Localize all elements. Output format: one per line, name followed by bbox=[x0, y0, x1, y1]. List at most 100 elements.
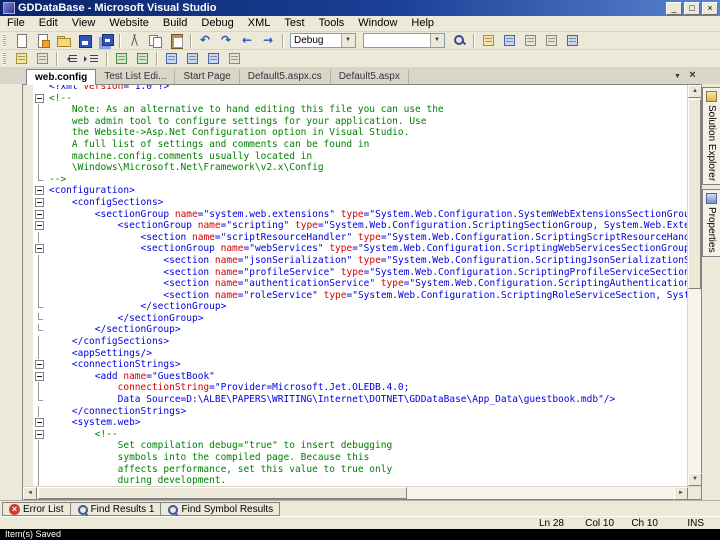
fold-collapse-icon[interactable] bbox=[33, 220, 47, 232]
fold-collapse-icon[interactable] bbox=[33, 243, 47, 255]
paste-button[interactable] bbox=[166, 32, 186, 49]
scroll-right-icon[interactable] bbox=[674, 487, 688, 500]
toolbar-grip[interactable] bbox=[3, 52, 6, 65]
new-project-button[interactable] bbox=[11, 32, 31, 49]
menu-help[interactable]: Help bbox=[404, 16, 441, 31]
panel-tab-find-results-1[interactable]: Find Results 1 bbox=[70, 502, 162, 516]
code-line[interactable]: <add name="GuestBook" bbox=[23, 371, 687, 383]
panel-tab-find-symbol-results[interactable]: Find Symbol Results bbox=[160, 502, 280, 516]
next-bookmark-button[interactable] bbox=[203, 50, 223, 67]
menu-window[interactable]: Window bbox=[351, 16, 404, 31]
fold-collapse-icon[interactable] bbox=[33, 185, 47, 197]
code-line[interactable]: <section name="jsonSerialization" type="… bbox=[23, 255, 687, 267]
fold-collapse-icon[interactable] bbox=[33, 371, 47, 383]
uncomment-button[interactable] bbox=[132, 50, 152, 67]
toggle-bookmark-button[interactable] bbox=[161, 50, 181, 67]
comment-out-button[interactable] bbox=[111, 50, 131, 67]
code-line[interactable]: </sectionGroup> bbox=[23, 313, 687, 325]
code-line[interactable]: </sectionGroup> bbox=[23, 324, 687, 336]
code-line[interactable]: <!-- bbox=[23, 93, 687, 105]
fold-collapse-icon[interactable] bbox=[33, 429, 47, 441]
toolbox-button[interactable] bbox=[541, 32, 561, 49]
code-line[interactable]: <appSettings/> bbox=[23, 348, 687, 360]
code-line[interactable]: <!-- bbox=[23, 429, 687, 441]
side-tab-solution-explorer[interactable]: Solution Explorer bbox=[702, 87, 720, 185]
minimize-button[interactable]: _ bbox=[666, 2, 682, 15]
combo-dropdown-icon[interactable] bbox=[341, 34, 355, 47]
code-line[interactable]: Data Source=D:\ALBE\PAPERS\WRITING\Inter… bbox=[23, 394, 687, 406]
code-line[interactable]: <sectionGroup name="system.web.extension… bbox=[23, 209, 687, 221]
code-line[interactable]: <sectionGroup name="webServices" type="S… bbox=[23, 243, 687, 255]
create-schema-button[interactable] bbox=[11, 50, 31, 67]
code-line[interactable]: affects performance, set this value to t… bbox=[23, 464, 687, 476]
solution-explorer-button[interactable] bbox=[478, 32, 498, 49]
add-new-item-button[interactable] bbox=[32, 32, 52, 49]
fold-collapse-icon[interactable] bbox=[33, 209, 47, 221]
code-line[interactable]: during development. bbox=[23, 475, 687, 486]
code-line[interactable]: A full list of settings and comments can… bbox=[23, 139, 687, 151]
solution-platforms-combo[interactable] bbox=[363, 33, 445, 48]
code-line[interactable]: <section name="profileService" type="Sys… bbox=[23, 267, 687, 279]
previous-bookmark-button[interactable] bbox=[182, 50, 202, 67]
close-document-icon[interactable] bbox=[686, 69, 699, 82]
code-line[interactable]: Set compilation debug="true" to insert d… bbox=[23, 440, 687, 452]
navigate-backward-button[interactable] bbox=[237, 32, 257, 49]
vertical-scroll-track[interactable] bbox=[688, 98, 701, 473]
fold-collapse-icon[interactable] bbox=[33, 197, 47, 209]
doc-tab-test-list-edi[interactable]: Test List Edi... bbox=[96, 69, 175, 84]
scroll-down-icon[interactable] bbox=[688, 473, 702, 486]
copy-button[interactable] bbox=[145, 32, 165, 49]
start-page-button[interactable] bbox=[562, 32, 582, 49]
code-line[interactable]: \Windows\Microsoft.Net\Framework\v2.x\Co… bbox=[23, 162, 687, 174]
fold-collapse-icon[interactable] bbox=[33, 93, 47, 105]
code-area[interactable]: <?xml version="1.0"?><!-- Note: As an al… bbox=[23, 85, 687, 486]
code-line[interactable]: <?xml version="1.0"?> bbox=[23, 85, 687, 93]
redo-button[interactable] bbox=[216, 32, 236, 49]
solution-configurations-combo[interactable]: Debug bbox=[290, 33, 356, 48]
panel-tab-error-list[interactable]: Error List bbox=[2, 502, 71, 516]
scroll-left-icon[interactable] bbox=[23, 487, 37, 500]
increase-indent-button[interactable] bbox=[82, 50, 102, 67]
reformat-selection-button[interactable] bbox=[32, 50, 52, 67]
code-line[interactable]: machine.config.comments usually located … bbox=[23, 151, 687, 163]
fold-collapse-icon[interactable] bbox=[33, 417, 47, 429]
maximize-button[interactable]: □ bbox=[684, 2, 700, 15]
code-line[interactable]: </sectionGroup> bbox=[23, 301, 687, 313]
close-button[interactable]: × bbox=[702, 2, 718, 15]
doc-tab-web-config[interactable]: web.config bbox=[26, 69, 96, 85]
side-tab-properties[interactable]: Properties bbox=[702, 189, 720, 257]
code-line[interactable]: web admin tool to configure settings for… bbox=[23, 116, 687, 128]
menu-build[interactable]: Build bbox=[156, 16, 194, 31]
code-line[interactable]: <section name="roleService" type="System… bbox=[23, 290, 687, 302]
object-browser-button[interactable] bbox=[520, 32, 540, 49]
vertical-scrollbar[interactable] bbox=[687, 85, 701, 486]
doc-tab-default5-aspx[interactable]: Default5.aspx bbox=[331, 69, 409, 84]
menu-file[interactable]: File bbox=[0, 16, 32, 31]
menu-website[interactable]: Website bbox=[102, 16, 156, 31]
properties-window-button[interactable] bbox=[499, 32, 519, 49]
doc-tab-start-page[interactable]: Start Page bbox=[175, 69, 239, 84]
clear-bookmarks-button[interactable] bbox=[224, 50, 244, 67]
navigate-forward-button[interactable] bbox=[258, 32, 278, 49]
code-line[interactable]: </connectionStrings> bbox=[23, 406, 687, 418]
toolbar-grip[interactable] bbox=[3, 34, 6, 47]
decrease-indent-button[interactable] bbox=[61, 50, 81, 67]
code-line[interactable]: <section name="authenticationService" ty… bbox=[23, 278, 687, 290]
code-line[interactable]: <configuration> bbox=[23, 185, 687, 197]
horizontal-scroll-thumb[interactable] bbox=[38, 487, 407, 499]
code-line[interactable]: <sectionGroup name="scripting" type="Sys… bbox=[23, 220, 687, 232]
vertical-scroll-thumb[interactable] bbox=[688, 99, 701, 289]
fold-collapse-icon[interactable] bbox=[33, 359, 47, 371]
save-button[interactable] bbox=[74, 32, 94, 49]
code-line[interactable]: connectionString="Provider=Microsoft.Jet… bbox=[23, 382, 687, 394]
doc-tab-default5-aspx-cs[interactable]: Default5.aspx.cs bbox=[240, 69, 331, 84]
undo-button[interactable] bbox=[195, 32, 215, 49]
code-line[interactable]: <connectionStrings> bbox=[23, 359, 687, 371]
code-line[interactable]: <system.web> bbox=[23, 417, 687, 429]
horizontal-scroll-track[interactable] bbox=[37, 487, 674, 499]
code-line[interactable]: Note: As an alternative to hand editing … bbox=[23, 104, 687, 116]
code-line[interactable]: </configSections> bbox=[23, 336, 687, 348]
code-line[interactable]: symbols into the compiled page. Because … bbox=[23, 452, 687, 464]
menu-debug[interactable]: Debug bbox=[194, 16, 240, 31]
menu-view[interactable]: View bbox=[65, 16, 103, 31]
